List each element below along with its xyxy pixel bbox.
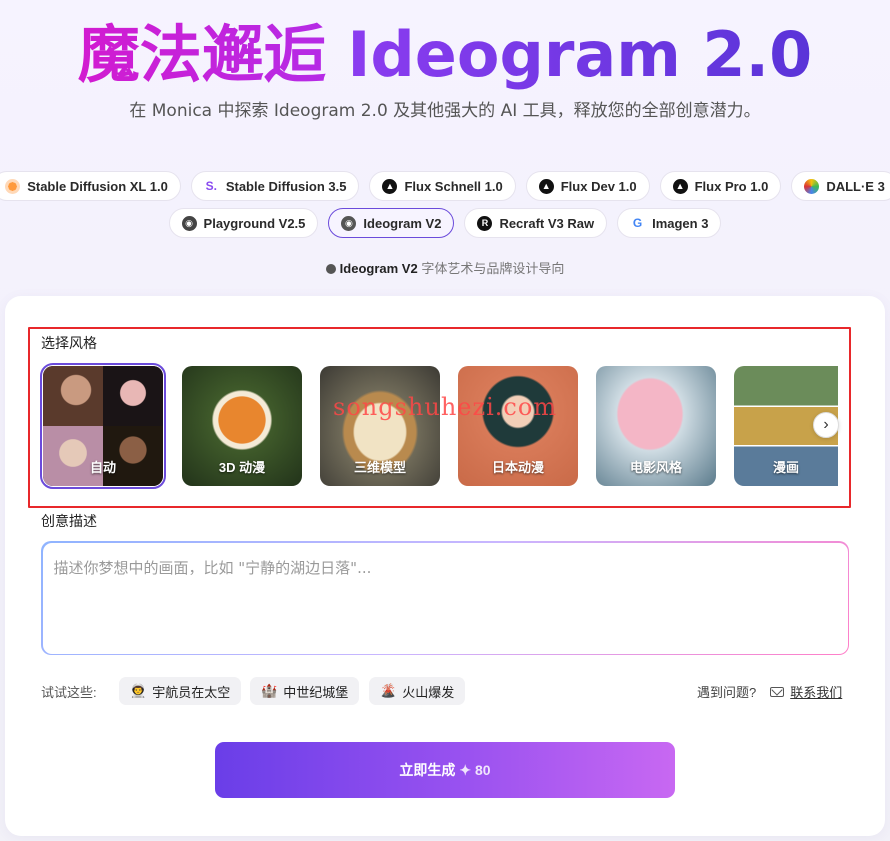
description-input[interactable] [42,542,848,654]
selected-model-hint: Ideogram V2 字体艺术与品牌设计导向 [0,258,890,277]
model-chip-label: Flux Pro 1.0 [694,178,769,194]
model-chip-label: Flux Schnell 1.0 [404,178,503,194]
astronaut-icon: 👨‍🚀 [130,683,147,698]
model-chip-dalle3[interactable]: DALL·E 3 [791,171,890,201]
model-chip-label: Flux Dev 1.0 [560,178,637,194]
model-chip-label: Recraft V3 Raw [499,215,595,231]
playground-icon: ◉ [181,215,197,231]
generate-button[interactable]: 立即生成 ✦ 80 [215,742,675,798]
suggestion-chip-castle[interactable]: 🏰 中世纪城堡 [250,677,360,705]
flux-icon: ▲ [382,178,398,194]
credit-cost: ✦ 80 [459,761,491,778]
suggestion-label: 火山爆发 [402,684,455,700]
model-chip-sdxl[interactable]: Stable Diffusion XL 1.0 [0,171,181,201]
suggestion-chip-astronaut[interactable]: 👨‍🚀 宇航员在太空 [119,677,242,705]
dalle-icon [804,178,820,194]
suggestion-label: 宇航员在太空 [152,684,231,700]
model-chip-label: Stable Diffusion XL 1.0 [27,178,168,194]
model-chip-playground[interactable]: ◉ Playground V2.5 [168,208,319,238]
castle-icon: 🏰 [261,683,278,698]
model-selector-row-1: Stable Diffusion XL 1.0 S. Stable Diffus… [0,171,890,201]
page-title: 魔法邂逅 Ideogram 2.0 [0,20,890,90]
model-chip-imagen[interactable]: G Imagen 3 [617,208,722,238]
recraft-icon: R [477,215,493,231]
model-selector-row-2: ◉ Playground V2.5 ◉ Ideogram V2 R Recraf… [0,208,890,238]
model-chip-label: Ideogram V2 [363,215,442,231]
contact-us-link[interactable]: 联系我们 [790,682,842,701]
stable-diffusion-icon [5,178,21,194]
volcano-icon: 🌋 [380,683,397,698]
ideogram-icon: ◉ [341,215,357,231]
ideogram-icon [325,264,336,274]
model-chip-flux-dev[interactable]: ▲ Flux Dev 1.0 [525,171,650,201]
highlight-box [28,327,851,508]
model-chip-ideogram[interactable]: ◉ Ideogram V2 [328,208,455,238]
model-chip-label: Playground V2.5 [203,215,306,231]
hint-model-name: Ideogram V2 [339,261,418,276]
help-question: 遇到问题? [697,685,757,700]
model-chip-label: Imagen 3 [652,215,709,231]
try-these-label: 试试这些: [41,685,97,700]
description-label: 创意描述 [41,513,97,529]
google-icon: G [630,215,646,231]
suggestion-label: 中世纪城堡 [283,684,349,700]
flux-icon: ▲ [538,178,554,194]
help-area: 遇到问题? 联系我们 [697,682,842,701]
title-product: Ideogram 2.0 [347,18,813,91]
model-chip-flux-schnell[interactable]: ▲ Flux Schnell 1.0 [369,171,516,201]
flux-icon: ▲ [672,178,688,194]
description-field-wrapper [41,541,849,655]
model-chip-recraft[interactable]: R Recraft V3 Raw [464,208,608,238]
model-chip-flux-pro[interactable]: ▲ Flux Pro 1.0 [659,171,782,201]
mail-icon [770,686,785,697]
model-chip-label: Stable Diffusion 3.5 [225,178,347,194]
model-chip-sd35[interactable]: S. Stable Diffusion 3.5 [190,171,360,201]
suggestion-chip-volcano[interactable]: 🌋 火山爆发 [369,677,466,705]
hint-model-description: 字体艺术与品牌设计导向 [421,261,565,276]
title-chinese: 魔法邂逅 [77,18,326,91]
s-letter-icon: S. [205,179,217,193]
model-chip-label: DALL·E 3 [826,178,885,194]
page-subtitle: 在 Monica 中探索 Ideogram 2.0 及其他强大的 AI 工具，释… [129,101,761,121]
generate-label: 立即生成 [399,762,456,778]
